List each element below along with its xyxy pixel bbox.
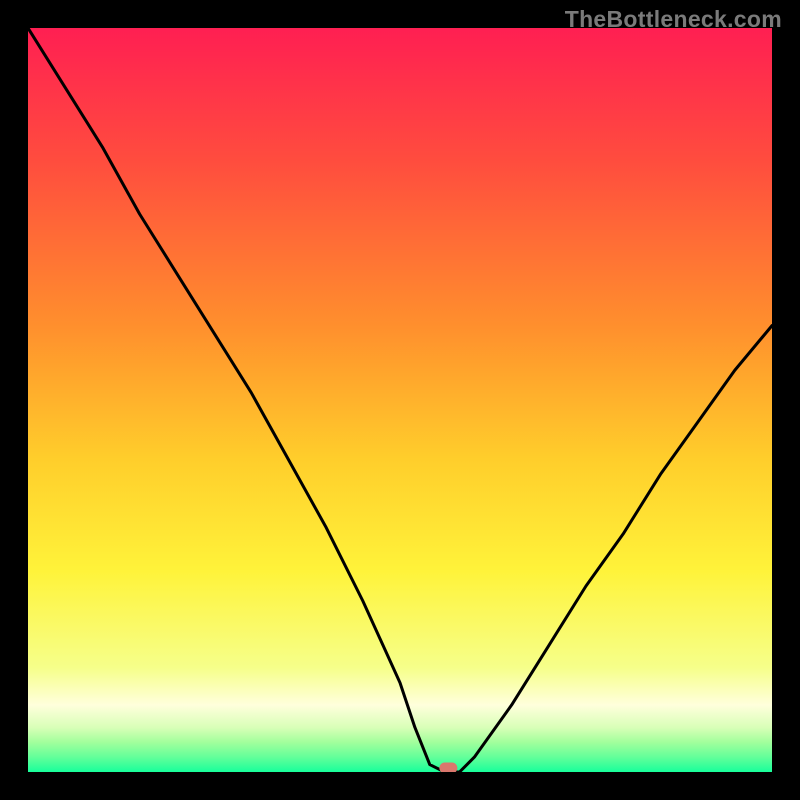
chart-frame: TheBottleneck.com (0, 0, 800, 800)
plot-area (28, 28, 772, 772)
watermark-text: TheBottleneck.com (565, 6, 782, 33)
min-marker (439, 763, 457, 773)
chart-background (28, 28, 772, 772)
chart-svg (28, 28, 772, 772)
